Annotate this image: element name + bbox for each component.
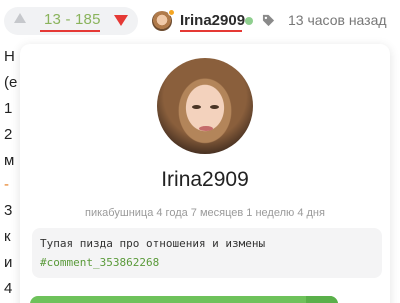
username-underline: [180, 30, 242, 32]
comment-link[interactable]: #comment_353862268: [40, 256, 159, 269]
avatar-badge-icon: [168, 9, 175, 16]
avatar-eye: [210, 105, 219, 109]
user-note-text: Тупая пизда про отношения и измены: [40, 237, 266, 250]
author-username-link[interactable]: Irina2909: [180, 12, 245, 29]
post-text-line: 1: [4, 100, 13, 117]
profile-avatar[interactable]: [157, 58, 253, 154]
post-text-line: м: [4, 152, 15, 169]
avatar-eye: [192, 105, 201, 109]
tag-icon[interactable]: [262, 14, 275, 27]
profile-account-age: пикабушница 4 года 7 месяцев 1 неделю 4 …: [85, 207, 325, 219]
avatar-lips: [199, 126, 213, 131]
profile-username[interactable]: Irina2909: [20, 168, 390, 192]
post-text-line: 2: [4, 126, 13, 143]
online-indicator: [245, 17, 253, 25]
post-text-line: Н: [4, 48, 15, 65]
rating-underline: [40, 30, 100, 32]
post-text-line: 4: [4, 280, 13, 297]
post-text-line: -: [4, 176, 9, 193]
post-text-line: к: [4, 228, 11, 245]
rating-score: 13 - 185: [44, 11, 101, 28]
subscribe-button[interactable]: [30, 296, 338, 303]
subscribe-options-button[interactable]: [306, 296, 338, 303]
post-text-line: 3: [4, 202, 13, 219]
post-header: 13 - 185 Irina2909 13 часов назад: [0, 0, 400, 44]
post-text-line: (е: [4, 74, 18, 91]
vote-down-icon[interactable]: [114, 15, 128, 26]
post-time: 13 часов назад: [288, 12, 387, 28]
vote-up-icon[interactable]: [14, 13, 26, 23]
post-text-line: и: [4, 254, 13, 271]
user-profile-popup: Irina2909 пикабушница 4 года 7 месяцев 1…: [20, 44, 390, 303]
user-note: Тупая пизда про отношения и измены #comm…: [32, 228, 382, 278]
